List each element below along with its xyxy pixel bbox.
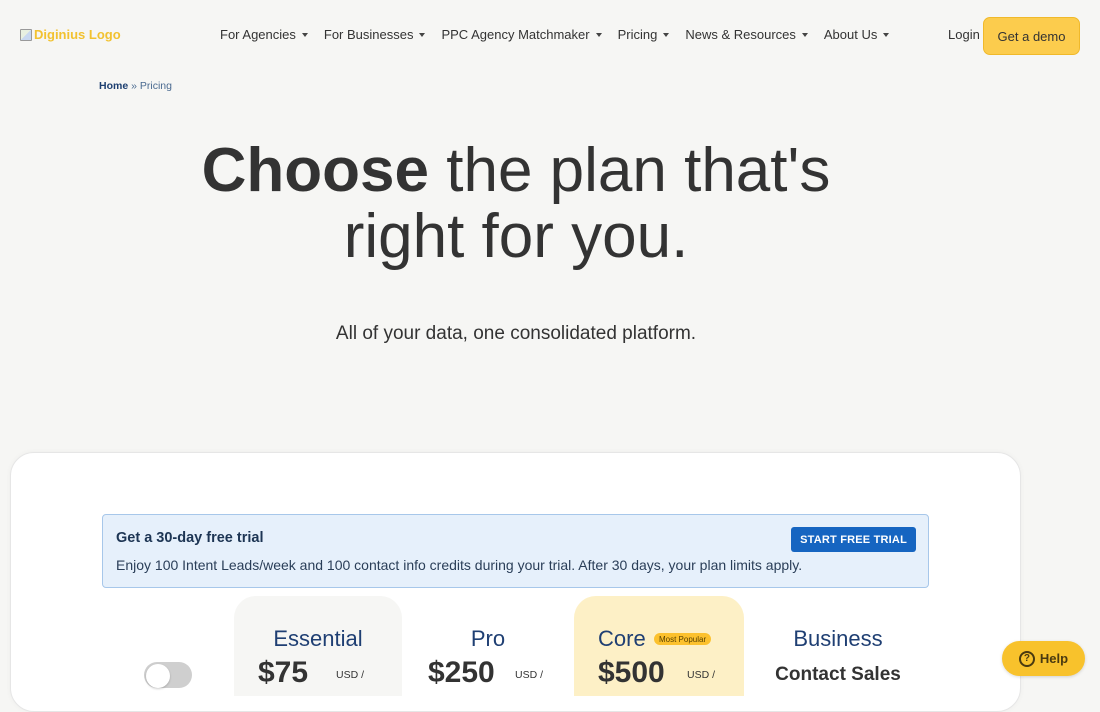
- menu-item-about-us[interactable]: About Us: [823, 27, 890, 42]
- menu-item-for-businesses[interactable]: For Businesses: [324, 27, 426, 42]
- top-navigation: Diginius Logo For Agencies For Businesse…: [0, 0, 1100, 70]
- plan-essential: Essential $75 USD /: [234, 596, 402, 696]
- plan-price-unit: USD /: [336, 669, 365, 681]
- toggle-knob: [146, 664, 170, 688]
- caret-down-icon: [419, 32, 426, 37]
- menu-item-label: Pricing: [617, 27, 658, 42]
- menu-item-news-resources[interactable]: News & Resources: [685, 27, 808, 42]
- menu-item-ppc-matchmaker[interactable]: PPC Agency Matchmaker: [441, 27, 602, 42]
- login-link[interactable]: Login: [948, 27, 980, 42]
- plan-pro: Pro $250 USD /: [404, 596, 572, 696]
- menu-item-label: News & Resources: [685, 27, 796, 42]
- help-button[interactable]: ? Help: [1002, 641, 1085, 676]
- plan-price-unit: USD /: [515, 669, 544, 681]
- billing-toggle[interactable]: [144, 662, 192, 688]
- trial-description: Enjoy 100 Intent Leads/week and 100 cont…: [116, 557, 803, 573]
- broken-image-icon: [20, 28, 32, 41]
- breadcrumb-home-link[interactable]: Home: [99, 80, 128, 92]
- menu-item-label: About Us: [823, 27, 878, 42]
- breadcrumb-separator: »: [131, 80, 137, 92]
- caret-down-icon: [595, 32, 602, 37]
- plan-name: Business: [793, 626, 883, 651]
- most-popular-badge: Most Popular: [654, 633, 712, 645]
- main-menu: For Agencies For Businesses PPC Agency M…: [220, 27, 905, 42]
- plan-price: $500: [598, 656, 665, 689]
- title-line1: the plan that's: [446, 136, 831, 205]
- breadcrumb-current: Pricing: [139, 80, 172, 92]
- site-logo[interactable]: Diginius Logo: [20, 27, 121, 42]
- plan-name: Essential: [273, 626, 363, 651]
- get-demo-button[interactable]: Get a demo: [983, 17, 1080, 55]
- free-trial-banner: Get a 30-day free trial Enjoy 100 Intent…: [102, 514, 929, 588]
- page-subtitle: All of your data, one consolidated platf…: [335, 323, 697, 344]
- plan-price-unit: USD /: [687, 669, 716, 681]
- question-circle-icon: ?: [1018, 650, 1035, 667]
- trial-title: Get a 30-day free trial: [116, 530, 264, 546]
- menu-item-label: PPC Agency Matchmaker: [441, 27, 590, 42]
- start-free-trial-button[interactable]: START FREE TRIAL: [791, 527, 916, 552]
- plan-core: Core Most Popular $500 USD /: [574, 596, 744, 696]
- caret-down-icon: [663, 32, 670, 37]
- help-label: Help: [1039, 651, 1069, 666]
- page-title: Choose the plan that's right for you.: [0, 138, 1032, 270]
- plan-name: Pro: [470, 626, 506, 651]
- plan-price: $250: [428, 656, 495, 689]
- plan-price: $75: [258, 656, 309, 689]
- menu-item-pricing[interactable]: Pricing: [618, 27, 670, 42]
- menu-item-for-agencies[interactable]: For Agencies: [220, 27, 308, 42]
- caret-down-icon: [301, 32, 308, 37]
- menu-item-label: For Agencies: [220, 27, 296, 42]
- title-bold-word: Choose: [201, 136, 429, 205]
- plan-business: Business Contact Sales: [754, 596, 922, 696]
- plan-name: Core: [598, 626, 646, 651]
- caret-down-icon: [801, 32, 808, 37]
- caret-down-icon: [883, 32, 890, 37]
- logo-alt-text: Diginius Logo: [34, 27, 121, 42]
- contact-sales-text: Contact Sales: [775, 664, 901, 685]
- breadcrumb: Home » Pricing: [99, 80, 172, 92]
- title-line2: right for you.: [343, 202, 689, 271]
- menu-item-label: For Businesses: [323, 27, 414, 42]
